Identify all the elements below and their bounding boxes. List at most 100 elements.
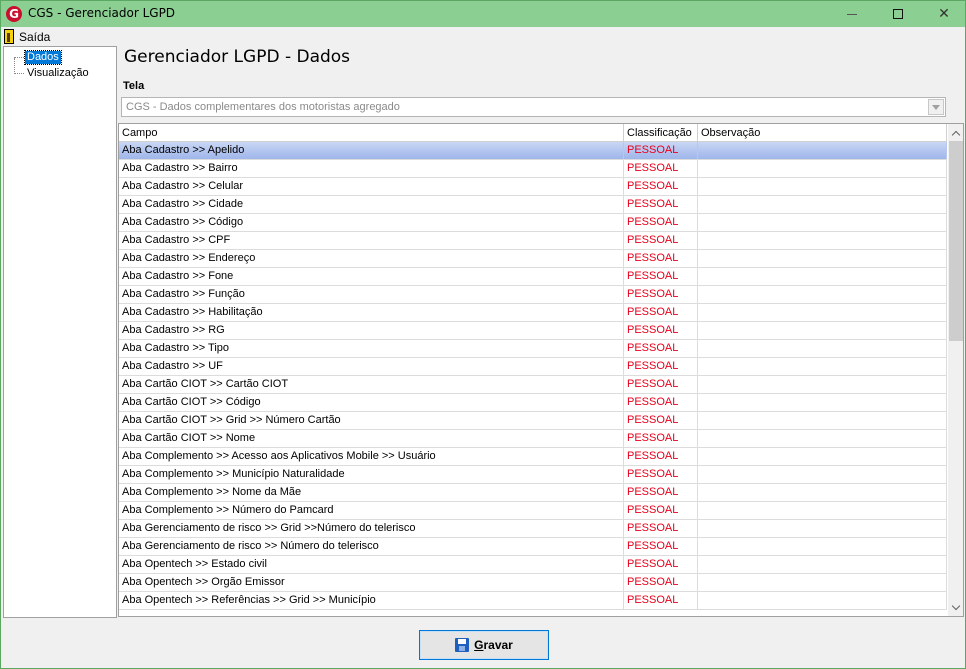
table-row[interactable]: Aba Cadastro >> Fone PESSOAL xyxy=(119,268,947,286)
table-row[interactable]: Aba Cartão CIOT >> Nome PESSOAL xyxy=(119,430,947,448)
cell-observacao[interactable] xyxy=(698,160,947,177)
cell-classificacao[interactable]: PESSOAL xyxy=(624,502,698,519)
cell-campo[interactable]: Aba Opentech >> Estado civil xyxy=(119,556,624,573)
cell-classificacao[interactable]: PESSOAL xyxy=(624,178,698,195)
cell-classificacao[interactable]: PESSOAL xyxy=(624,592,698,609)
cell-classificacao[interactable]: PESSOAL xyxy=(624,304,698,321)
cell-observacao[interactable] xyxy=(698,520,947,537)
table-row[interactable]: Aba Cartão CIOT >> Código PESSOAL xyxy=(119,394,947,412)
cell-campo[interactable]: Aba Cadastro >> CPF xyxy=(119,232,624,249)
cell-observacao[interactable] xyxy=(698,142,947,159)
cell-campo[interactable]: Aba Cadastro >> Bairro xyxy=(119,160,624,177)
cell-classificacao[interactable]: PESSOAL xyxy=(624,358,698,375)
cell-classificacao[interactable]: PESSOAL xyxy=(624,412,698,429)
cell-campo[interactable]: Aba Cartão CIOT >> Grid >> Número Cartão xyxy=(119,412,624,429)
table-row[interactable]: Aba Cadastro >> UF PESSOAL xyxy=(119,358,947,376)
cell-classificacao[interactable]: PESSOAL xyxy=(624,160,698,177)
cell-observacao[interactable] xyxy=(698,448,947,465)
cell-campo[interactable]: Aba Cadastro >> RG xyxy=(119,322,624,339)
cell-observacao[interactable] xyxy=(698,358,947,375)
cell-classificacao[interactable]: PESSOAL xyxy=(624,556,698,573)
table-row[interactable]: Aba Complemento >> Número do Pamcard PESS… xyxy=(119,502,947,520)
cell-observacao[interactable] xyxy=(698,502,947,519)
table-row[interactable]: Aba Cadastro >> Endereço PESSOAL xyxy=(119,250,947,268)
cell-observacao[interactable] xyxy=(698,196,947,213)
table-row[interactable]: Aba Cadastro >> RG PESSOAL xyxy=(119,322,947,340)
table-row[interactable]: Aba Cadastro >> Função PESSOAL xyxy=(119,286,947,304)
cell-campo[interactable]: Aba Cadastro >> Habilitação xyxy=(119,304,624,321)
close-button[interactable]: ✕ xyxy=(921,1,966,27)
tree-item-dados[interactable]: Dados xyxy=(14,49,62,65)
cell-campo[interactable]: Aba Complemento >> Número do Pamcard xyxy=(119,502,624,519)
cell-observacao[interactable] xyxy=(698,322,947,339)
table-row[interactable]: Aba Cartão CIOT >> Grid >> Número Cartão… xyxy=(119,412,947,430)
table-row[interactable]: Aba Opentech >> Orgão Emissor PESSOAL xyxy=(119,574,947,592)
save-button[interactable]: Gravar xyxy=(419,630,549,660)
table-row[interactable]: Aba Cartão CIOT >> Cartão CIOT PESSOAL xyxy=(119,376,947,394)
tela-select-dropdown-button[interactable] xyxy=(928,99,944,115)
tela-select[interactable]: CGS - Dados complementares dos motorista… xyxy=(121,97,946,117)
cell-campo[interactable]: Aba Opentech >> Referências >> Grid >> M… xyxy=(119,592,624,609)
cell-classificacao[interactable]: PESSOAL xyxy=(624,322,698,339)
cell-campo[interactable]: Aba Cadastro >> Celular xyxy=(119,178,624,195)
cell-classificacao[interactable]: PESSOAL xyxy=(624,538,698,555)
cell-observacao[interactable] xyxy=(698,574,947,591)
cell-observacao[interactable] xyxy=(698,250,947,267)
table-row[interactable]: Aba Gerenciamento de risco >> Número do … xyxy=(119,538,947,556)
vertical-scrollbar[interactable] xyxy=(948,124,963,616)
cell-classificacao[interactable]: PESSOAL xyxy=(624,376,698,393)
cell-campo[interactable]: Aba Complemento >> Nome da Mãe xyxy=(119,484,624,501)
maximize-button[interactable] xyxy=(875,1,921,27)
table-row[interactable]: Aba Cadastro >> Celular PESSOAL xyxy=(119,178,947,196)
cell-classificacao[interactable]: PESSOAL xyxy=(624,268,698,285)
cell-observacao[interactable] xyxy=(698,286,947,303)
cell-classificacao[interactable]: PESSOAL xyxy=(624,232,698,249)
cell-campo[interactable]: Aba Cadastro >> UF xyxy=(119,358,624,375)
cell-campo[interactable]: Aba Cadastro >> Endereço xyxy=(119,250,624,267)
cell-observacao[interactable] xyxy=(698,304,947,321)
scroll-up-button[interactable] xyxy=(948,124,963,141)
cell-campo[interactable]: Aba Cadastro >> Fone xyxy=(119,268,624,285)
table-row[interactable]: Aba Opentech >> Estado civil PESSOAL xyxy=(119,556,947,574)
table-row[interactable]: Aba Cadastro >> Tipo PESSOAL xyxy=(119,340,947,358)
cell-campo[interactable]: Aba Cadastro >> Cidade xyxy=(119,196,624,213)
cell-observacao[interactable] xyxy=(698,430,947,447)
cell-classificacao[interactable]: PESSOAL xyxy=(624,196,698,213)
cell-classificacao[interactable]: PESSOAL xyxy=(624,214,698,231)
cell-observacao[interactable] xyxy=(698,394,947,411)
cell-campo[interactable]: Aba Cartão CIOT >> Cartão CIOT xyxy=(119,376,624,393)
table-row[interactable]: Aba Complemento >> Acesso aos Aplicativo… xyxy=(119,448,947,466)
cell-campo[interactable]: Aba Gerenciamento de risco >> Grid >>Núm… xyxy=(119,520,624,537)
cell-campo[interactable]: Aba Opentech >> Orgão Emissor xyxy=(119,574,624,591)
cell-campo[interactable]: Aba Complemento >> Acesso aos Aplicativo… xyxy=(119,448,624,465)
table-row[interactable]: Aba Cadastro >> Habilitação PESSOAL xyxy=(119,304,947,322)
cell-observacao[interactable] xyxy=(698,484,947,501)
cell-observacao[interactable] xyxy=(698,466,947,483)
table-row[interactable]: Aba Cadastro >> Bairro PESSOAL xyxy=(119,160,947,178)
table-row[interactable]: Aba Cadastro >> Cidade PESSOAL xyxy=(119,196,947,214)
tree-item-visualizacao[interactable]: Visualização xyxy=(14,66,91,80)
column-header-classificacao[interactable]: Classificação xyxy=(624,124,698,142)
table-row[interactable]: Aba Complemento >> Nome da Mãe PESSOAL xyxy=(119,484,947,502)
cell-classificacao[interactable]: PESSOAL xyxy=(624,286,698,303)
cell-observacao[interactable] xyxy=(698,556,947,573)
cell-campo[interactable]: Aba Cadastro >> Código xyxy=(119,214,624,231)
cell-classificacao[interactable]: PESSOAL xyxy=(624,520,698,537)
cell-classificacao[interactable]: PESSOAL xyxy=(624,394,698,411)
table-row[interactable]: Aba Cadastro >> CPF PESSOAL xyxy=(119,232,947,250)
cell-observacao[interactable] xyxy=(698,214,947,231)
cell-observacao[interactable] xyxy=(698,232,947,249)
cell-classificacao[interactable]: PESSOAL xyxy=(624,250,698,267)
cell-observacao[interactable] xyxy=(698,178,947,195)
cell-classificacao[interactable]: PESSOAL xyxy=(624,448,698,465)
cell-campo[interactable]: Aba Complemento >> Município Naturalidad… xyxy=(119,466,624,483)
cell-classificacao[interactable]: PESSOAL xyxy=(624,142,698,159)
cell-observacao[interactable] xyxy=(698,268,947,285)
table-row[interactable]: Aba Gerenciamento de risco >> Grid >>Núm… xyxy=(119,520,947,538)
column-header-observacao[interactable]: Observação xyxy=(698,124,947,142)
cell-campo[interactable]: Aba Cartão CIOT >> Nome xyxy=(119,430,624,447)
scroll-down-button[interactable] xyxy=(948,599,963,616)
cell-observacao[interactable] xyxy=(698,340,947,357)
cell-classificacao[interactable]: PESSOAL xyxy=(624,466,698,483)
cell-classificacao[interactable]: PESSOAL xyxy=(624,340,698,357)
